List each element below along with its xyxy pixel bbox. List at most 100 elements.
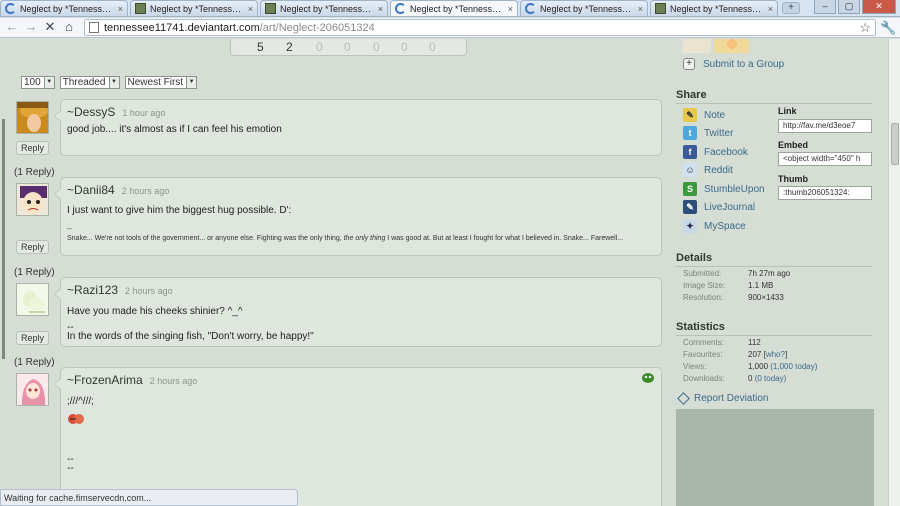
reply-button[interactable]: Reply bbox=[16, 141, 49, 155]
emoticon-icon bbox=[642, 373, 654, 383]
tab-close-icon[interactable]: × bbox=[118, 4, 123, 14]
submit-to-group-link[interactable]: + Submit to a Group bbox=[683, 58, 784, 70]
reply-button[interactable]: Reply bbox=[16, 331, 49, 345]
address-bar[interactable]: tennessee11741.deviantart.com/art/Neglec… bbox=[84, 19, 876, 36]
comment-body: ;///^///; bbox=[67, 396, 94, 407]
detail-row: Submitted: 7h 27m ago bbox=[683, 269, 873, 278]
deviantart-favicon-icon bbox=[265, 3, 276, 14]
page-scrollbar[interactable] bbox=[888, 39, 900, 506]
who-favourited-link[interactable]: who? bbox=[766, 350, 785, 359]
reply-count-link[interactable]: (1 Reply) bbox=[14, 267, 55, 278]
signature-divider: -- bbox=[67, 463, 74, 474]
comment-time[interactable]: 2 hours ago bbox=[122, 186, 170, 196]
comment-time[interactable]: 1 hour ago bbox=[122, 108, 165, 118]
share-livejournal-link[interactable]: ✎ LiveJournal bbox=[683, 200, 755, 214]
tab-title: Neglect by *Tennessee11... bbox=[150, 3, 245, 14]
comment-header: ~DessyS 1 hour ago bbox=[67, 105, 165, 119]
report-icon bbox=[677, 392, 690, 405]
pager-number: 0 bbox=[429, 40, 436, 54]
share-facebook-link[interactable]: f Facebook bbox=[683, 145, 748, 159]
forward-arrow-icon[interactable]: → bbox=[23, 19, 39, 36]
comment-box: ~DessyS 1 hour ago good job.... it's almo… bbox=[54, 99, 662, 156]
avatar[interactable] bbox=[16, 283, 49, 316]
stat-key: Favourites: bbox=[683, 350, 723, 359]
maximize-icon[interactable]: ▢ bbox=[838, 0, 860, 14]
scrollbar-thumb[interactable] bbox=[891, 123, 899, 165]
reply-button[interactable]: Reply bbox=[16, 240, 49, 254]
pager-number: 0 bbox=[401, 40, 408, 54]
browser-tab[interactable]: Neglect by *Tennessee11...× bbox=[0, 0, 128, 16]
browser-tab-active[interactable]: Neglect by *Tennessee11...× bbox=[390, 0, 518, 16]
loading-icon bbox=[5, 3, 16, 14]
wrench-icon[interactable]: 🔧 bbox=[880, 20, 896, 36]
comment-controls: 100 ▼ Threaded ▼ Newest First ▼ bbox=[21, 76, 198, 89]
window-close-icon[interactable]: ✕ bbox=[862, 0, 896, 14]
stat-value: 112 bbox=[748, 338, 761, 347]
thumb-field[interactable]: :thumb206051324: bbox=[778, 186, 872, 200]
deviantart-favicon-icon bbox=[135, 3, 146, 14]
view-mode-select[interactable]: Threaded ▼ bbox=[59, 76, 120, 89]
new-tab-button[interactable]: + bbox=[782, 2, 800, 14]
twitter-icon: t bbox=[683, 126, 697, 140]
report-deviation-link[interactable]: Report Deviation bbox=[676, 392, 768, 405]
share-stumbleupon-link[interactable]: S StumbleUpon bbox=[683, 182, 765, 196]
share-twitter-link[interactable]: t Twitter bbox=[683, 126, 733, 140]
per-page-value: 100 bbox=[24, 77, 41, 88]
pager-number: 0 bbox=[344, 40, 351, 54]
avatar[interactable] bbox=[16, 183, 49, 216]
sort-order-select[interactable]: Newest First ▼ bbox=[124, 76, 198, 89]
details-heading: Details bbox=[676, 252, 872, 267]
share-label: Facebook bbox=[704, 146, 748, 158]
stop-icon[interactable]: ✕ bbox=[42, 19, 58, 36]
detail-key: Image Size: bbox=[683, 281, 726, 290]
minimize-icon[interactable]: – bbox=[814, 0, 836, 14]
comment-time[interactable]: 2 hours ago bbox=[125, 286, 173, 296]
thread-indicator bbox=[2, 119, 5, 359]
sort-order-value: Newest First bbox=[127, 77, 184, 88]
share-heading: Share bbox=[676, 89, 872, 104]
browser-tab[interactable]: Neglect by *Tennessee11...× bbox=[260, 0, 388, 16]
stat-key: Views: bbox=[683, 362, 707, 371]
comment-username[interactable]: ~FrozenArima bbox=[67, 373, 143, 387]
browser-tab[interactable]: Neglect by *Tennessee11...× bbox=[650, 0, 778, 16]
avatar[interactable] bbox=[16, 101, 49, 134]
comment-box: ~FrozenArima 2 hours ago ;///^///; -- -- … bbox=[54, 367, 662, 506]
reply-count-link[interactable]: (1 Reply) bbox=[14, 357, 55, 368]
detail-row: Image Size: 1.1 MB bbox=[683, 281, 873, 290]
comment-username[interactable]: ~Danii84 bbox=[67, 183, 115, 197]
tab-close-icon[interactable]: × bbox=[378, 4, 383, 14]
ad-placeholder bbox=[676, 409, 874, 506]
browser-tab[interactable]: Neglect by *Tennessee11...× bbox=[130, 0, 258, 16]
tab-close-icon[interactable]: × bbox=[768, 4, 773, 14]
share-reddit-link[interactable]: ☺ Reddit bbox=[683, 163, 733, 177]
star-icon[interactable]: ☆ bbox=[859, 20, 871, 36]
url-host: tennessee11741.deviantart.com bbox=[104, 21, 260, 34]
tab-title: Neglect by *Tennessee11... bbox=[20, 3, 115, 14]
detail-value: 1.1 MB bbox=[748, 281, 774, 290]
embed-field[interactable]: <object width="450" h bbox=[778, 152, 872, 166]
group-thumbnails[interactable] bbox=[683, 39, 749, 53]
avatar[interactable] bbox=[16, 373, 49, 406]
comment-username[interactable]: ~Razi123 bbox=[67, 283, 118, 297]
per-page-select[interactable]: 100 ▼ bbox=[21, 76, 55, 89]
stat-row: Views: 1,000 (1,000 today) bbox=[683, 362, 873, 371]
detail-value: 7h 27m ago bbox=[748, 269, 791, 278]
browser-tab[interactable]: Neglect by *Tennessee11...× bbox=[520, 0, 648, 16]
tab-close-icon[interactable]: × bbox=[638, 4, 643, 14]
share-note-link[interactable]: ✎ Note bbox=[683, 108, 725, 122]
share-label: Reddit bbox=[704, 164, 733, 176]
home-icon[interactable]: ⌂ bbox=[61, 19, 77, 36]
pager-number: 2 bbox=[286, 40, 293, 54]
share-myspace-link[interactable]: ✦ MySpace bbox=[683, 219, 746, 233]
comment-body: I just want to give him the biggest hug … bbox=[67, 205, 292, 216]
share-label: LiveJournal bbox=[704, 201, 756, 213]
back-arrow-icon[interactable]: ← bbox=[4, 19, 20, 36]
tab-close-icon[interactable]: × bbox=[248, 4, 253, 14]
tab-title: Neglect by *Tennessee11... bbox=[410, 3, 505, 14]
link-field[interactable]: http://fav.me/d3eoe7 bbox=[778, 119, 872, 133]
comment-username[interactable]: ~DessyS bbox=[67, 105, 115, 119]
reply-count-link[interactable]: (1 Reply) bbox=[14, 167, 55, 178]
comment-time[interactable]: 2 hours ago bbox=[150, 376, 198, 386]
stat-value: 1,000 bbox=[748, 362, 769, 371]
tab-close-icon[interactable]: × bbox=[508, 4, 513, 14]
